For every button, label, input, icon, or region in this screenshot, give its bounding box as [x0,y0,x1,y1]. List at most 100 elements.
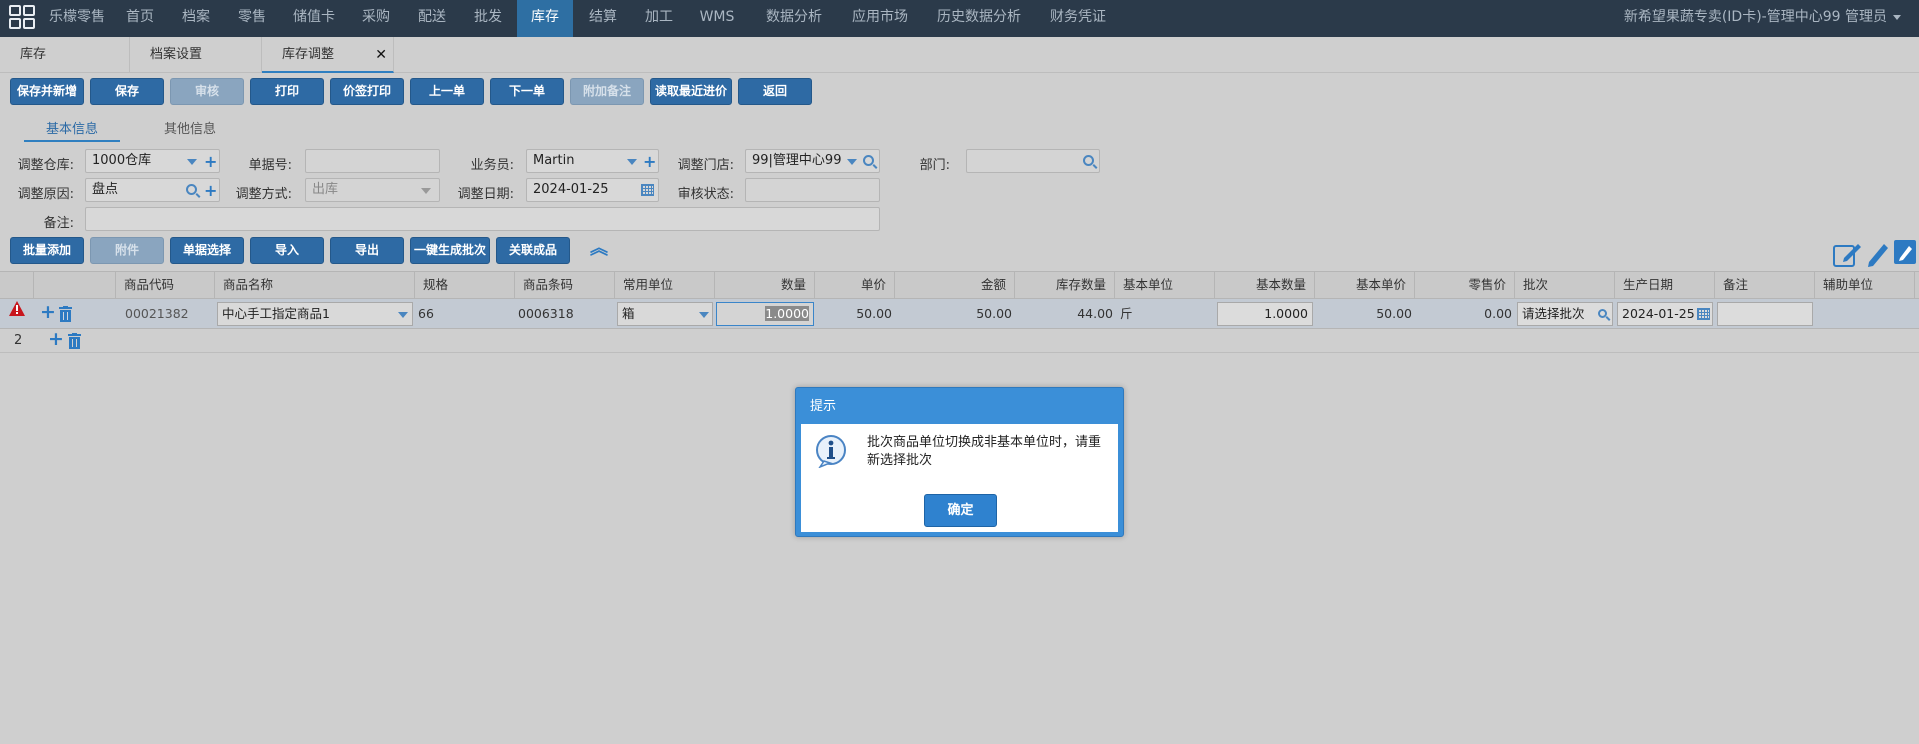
nav-item-processing[interactable]: 加工 [633,0,685,37]
ok-button[interactable]: 确定 [924,494,997,527]
add-icon[interactable]: + [204,180,217,202]
tab-inventory[interactable]: 库存 [0,37,130,73]
nav-item-retail[interactable]: 零售 [226,0,278,37]
batch-add-button[interactable]: 批量添加 [10,237,84,264]
nav-item-wms[interactable]: WMS [689,0,745,37]
docno-field[interactable] [305,149,440,173]
add-row-icon[interactable]: + [48,328,64,350]
chevron-down-icon [187,159,197,165]
read-recent-price-button[interactable]: 读取最近进价 [650,78,732,105]
attachment-button[interactable]: 附件 [90,237,164,264]
col-prod-date[interactable]: 生产日期 [1615,272,1715,299]
calendar-icon[interactable] [1697,308,1710,320]
nav-item-stored-value-card[interactable]: 储值卡 [282,0,346,37]
col-batch[interactable]: 批次 [1515,272,1615,299]
collapse-up-icon[interactable]: ︽ [590,240,608,258]
nav-item-archive[interactable]: 档案 [170,0,222,37]
search-icon[interactable] [1083,155,1094,166]
audit-button[interactable]: 审核 [170,78,244,105]
table-row[interactable]: 2 + [0,328,1919,353]
col-remark[interactable]: 备注 [1715,272,1815,299]
col-base-price[interactable]: 基本单价 [1315,272,1415,299]
col-unit[interactable]: 常用单位 [615,272,715,299]
price-tag-print-button[interactable]: 价签打印 [330,78,404,105]
tab-archive-settings[interactable]: 档案设置 [130,37,262,73]
tab-inventory-adjustment[interactable]: 库存调整 ✕ [262,37,394,73]
search-icon[interactable] [863,155,874,166]
status-field[interactable] [745,178,880,202]
search-icon[interactable] [1598,309,1607,318]
col-price[interactable]: 单价 [815,272,895,299]
qty-input[interactable]: 1.0000 [716,302,814,326]
col-code[interactable]: 商品代码 [116,272,215,299]
col-base-unit[interactable]: 基本单位 [1115,272,1215,299]
remark-input[interactable] [1717,302,1813,326]
method-select[interactable]: 出库 [305,178,440,202]
chevron-down-icon [847,159,857,165]
dept-label: 部门: [919,158,950,173]
col-spec[interactable]: 规格 [415,272,515,299]
dialog-title: 提示 [810,399,837,414]
back-button[interactable]: 返回 [738,78,812,105]
col-retail[interactable]: 零售价 [1415,272,1515,299]
subtab-basic-info[interactable]: 基本信息 [24,118,120,142]
trash-icon[interactable] [68,333,81,349]
dept-field[interactable] [966,149,1100,173]
reason-select[interactable]: 盘点 + [85,178,220,202]
store-select[interactable]: 99|管理中心99 [745,149,880,173]
nav-item-settlement[interactable]: 结算 [577,0,629,37]
col-base-qty[interactable]: 基本数量 [1215,272,1315,299]
pencil-icon[interactable] [1866,240,1890,268]
prev-doc-button[interactable]: 上一单 [410,78,484,105]
batch-field[interactable]: 请选择批次 [1517,302,1613,326]
edit-square-icon[interactable] [1894,240,1916,264]
prod-date-field[interactable]: 2024-01-25 [1617,302,1713,326]
date-value: 2024-01-25 [533,182,609,197]
nav-item-app-market[interactable]: 应用市场 [839,0,921,37]
add-row-icon[interactable]: + [40,301,56,323]
import-button[interactable]: 导入 [250,237,324,264]
calendar-icon[interactable] [641,184,654,196]
nav-item-brand[interactable]: 乐檬零售 [44,0,110,37]
generate-batch-button[interactable]: 一键生成批次 [410,237,490,264]
col-aux-unit[interactable]: 辅助单位 [1815,272,1915,299]
user-menu[interactable]: 新希望果蔬专卖(ID卡)-管理中心99 管理员 [1624,0,1901,34]
nav-item-data-analysis[interactable]: 数据分析 [753,0,835,37]
nav-item-inventory[interactable]: 库存 [517,0,573,37]
save-button[interactable]: 保存 [90,78,164,105]
nav-item-purchase[interactable]: 采购 [350,0,402,37]
trash-icon[interactable] [59,306,72,322]
name-select[interactable]: 中心手工指定商品1 [217,302,413,326]
subtab-other-info[interactable]: 其他信息 [142,118,238,142]
add-icon[interactable]: + [643,151,656,173]
next-doc-button[interactable]: 下一单 [490,78,564,105]
print-button[interactable]: 打印 [250,78,324,105]
col-barcode[interactable]: 商品条码 [515,272,615,299]
col-stock[interactable]: 库存数量 [1015,272,1115,299]
save-and-new-button[interactable]: 保存并新增 [10,78,84,105]
close-icon[interactable]: ✕ [375,37,387,73]
base-qty-input[interactable]: 1.0000 [1217,302,1313,326]
nav-item-history-analysis[interactable]: 历史数据分析 [925,0,1033,37]
link-finished-button[interactable]: 关联成品 [496,237,570,264]
remark-field[interactable] [85,207,880,231]
add-icon[interactable]: + [204,151,217,173]
salesman-select[interactable]: Martin + [526,149,659,173]
date-field[interactable]: 2024-01-25 [526,178,659,202]
export-button[interactable]: 导出 [330,237,404,264]
table-row[interactable]: + 00021382 中心手工指定商品1 66 0006318 箱 1.0000… [0,299,1919,329]
nav-item-wholesale[interactable]: 批发 [462,0,514,37]
col-name[interactable]: 商品名称 [215,272,415,299]
unit-select[interactable]: 箱 [617,302,713,326]
edit-box-icon[interactable] [1832,240,1862,268]
doc-select-button[interactable]: 单据选择 [170,237,244,264]
nav-item-distribution[interactable]: 配送 [406,0,458,37]
add-remark-button[interactable]: 附加备注 [570,78,644,105]
col-qty[interactable]: 数量 [715,272,815,299]
search-icon[interactable] [186,184,197,195]
nav-item-finance-voucher[interactable]: 财务凭证 [1037,0,1119,37]
col-amount[interactable]: 金额 [895,272,1015,299]
app-grid-icon[interactable] [9,5,36,31]
nav-item-home[interactable]: 首页 [114,0,166,37]
warehouse-select[interactable]: 1000仓库 + [85,149,220,173]
